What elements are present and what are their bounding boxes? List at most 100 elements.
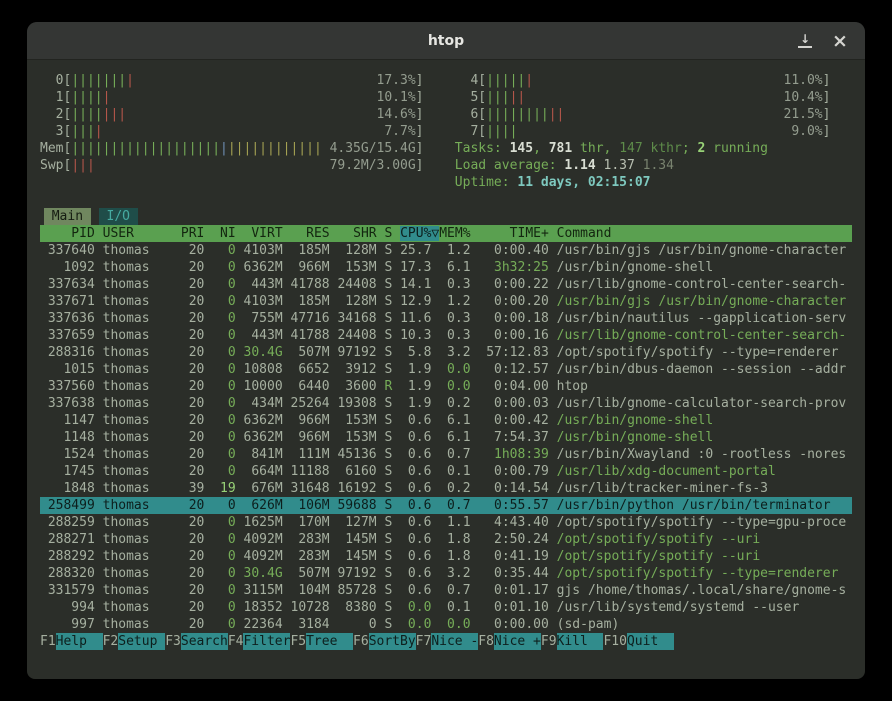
column-header-user[interactable]: USER: [103, 226, 181, 241]
process-row[interactable]: 288259 thomas 20 0 1625M 170M 127M S 0.6…: [40, 514, 852, 531]
meter-segment: |||: [486, 90, 509, 105]
column-header-cpu[interactable]: CPU%▽: [400, 226, 439, 241]
process-row[interactable]: 994 thomas 20 0 18352 10728 8380 S 0.0 0…: [40, 599, 852, 616]
cell-pri: 20: [181, 447, 212, 462]
meter-bar: ||||||||||21.5%: [486, 106, 823, 123]
fn-key-f2: F2: [103, 633, 119, 650]
fn-search[interactable]: F3Search: [165, 633, 228, 650]
process-row[interactable]: 337634 thomas 20 0 443M 41788 24408 S 14…: [40, 276, 852, 293]
cell-time: 0:00.79: [478, 464, 556, 479]
process-row[interactable]: 337671 thomas 20 0 4103M 185M 128M S 12.…: [40, 293, 852, 310]
cpu-meter-3: 3[||||7.7%]: [40, 123, 424, 140]
cell-pri: 20: [181, 243, 212, 258]
column-header-time[interactable]: TIME+: [478, 226, 556, 241]
window-titlebar[interactable]: htop ↓ ×: [27, 22, 865, 60]
cell-res: 41788: [291, 328, 338, 343]
cpu-meter-1-value: 10.1%: [377, 89, 416, 106]
download-icon[interactable]: ↓: [796, 32, 814, 50]
column-header-res[interactable]: RES: [291, 226, 338, 241]
cpu-meter-5: 5[|||||10.4%]: [455, 89, 831, 106]
meter-segment: ||||||||||||: [228, 141, 322, 156]
close-icon[interactable]: ×: [831, 32, 849, 50]
column-header-pid[interactable]: PID: [40, 226, 103, 241]
column-header-virt[interactable]: VIRT: [244, 226, 291, 241]
cell-cpu: 0.6: [400, 515, 439, 530]
fn-nice[interactable]: F7Nice -: [416, 633, 479, 650]
cell-pid: 288320: [40, 566, 103, 581]
tab-main[interactable]: Main: [44, 208, 91, 225]
cell-res: 283M: [291, 532, 338, 547]
fn-filter[interactable]: F4Filter: [228, 633, 291, 650]
process-row[interactable]: 337560 thomas 20 0 10000 6440 3600 R 1.9…: [40, 378, 852, 395]
process-row[interactable]: 337636 thomas 20 0 755M 47716 34168 S 11…: [40, 310, 852, 327]
cell-cpu: 0.6: [400, 583, 439, 598]
process-row[interactable]: 337659 thomas 20 0 443M 41788 24408 S 10…: [40, 327, 852, 344]
cpu-meter-5-value: 10.4%: [784, 89, 823, 106]
cell-res: 283M: [291, 549, 338, 564]
column-header-command[interactable]: Command: [557, 226, 612, 241]
cell-time: 1h08:39: [478, 447, 556, 462]
cell-s: S: [384, 481, 400, 496]
column-header-shr[interactable]: SHR: [337, 226, 384, 241]
fn-key-f8: F8: [478, 633, 494, 650]
process-row[interactable]: 337638 thomas 20 0 434M 25264 19308 S 1.…: [40, 395, 852, 412]
process-row[interactable]: 1092 thomas 20 0 6362M 966M 153M S 17.3 …: [40, 259, 852, 276]
cell-res: 6440: [291, 379, 338, 394]
fn-kill[interactable]: F9Kill: [541, 633, 604, 650]
cell-command: /usr/bin/gnome-shell: [557, 260, 714, 275]
cell-mem: 0.3: [439, 328, 478, 343]
process-row[interactable]: 997 thomas 20 0 22364 3184 0 S 0.0 0.0 0…: [40, 616, 852, 633]
cell-s: S: [384, 243, 400, 258]
fn-nice[interactable]: F8Nice +: [478, 633, 541, 650]
cell-pid: 288316: [40, 345, 103, 360]
cell-mem: 0.0: [439, 617, 478, 632]
column-header-pri[interactable]: PRI: [181, 226, 212, 241]
process-row[interactable]: 288292 thomas 20 0 4092M 283M 145M S 0.6…: [40, 548, 852, 565]
cell-command: htop: [557, 379, 588, 394]
process-row[interactable]: 1524 thomas 20 0 841M 111M 45136 S 0.6 0…: [40, 446, 852, 463]
fn-tree[interactable]: F5Tree: [290, 633, 353, 650]
cell-pid: 337671: [40, 294, 103, 309]
fn-quit[interactable]: F10Quit: [603, 633, 673, 650]
process-row[interactable]: 1015 thomas 20 0 10808 6652 3912 S 1.9 0…: [40, 361, 852, 378]
column-header-s[interactable]: S: [384, 226, 400, 241]
meter-segment: |||||||: [71, 73, 126, 88]
titlebar-buttons: ↓ ×: [796, 22, 849, 60]
meter-row: Uptime: 11 days, 02:15:07: [40, 174, 852, 191]
cell-shr: 24408: [337, 328, 384, 343]
meter-fill: ||||||||||: [486, 107, 564, 122]
cell-mem: 0.2: [439, 396, 478, 411]
fn-sortby[interactable]: F6SortBy: [353, 633, 416, 650]
process-row[interactable]: 1848 thomas 39 19 676M 31648 16192 S 0.6…: [40, 480, 852, 497]
table-header: PID USER PRI NI VIRT RES SHR S CPU%▽MEM%…: [40, 225, 852, 242]
fn-help[interactable]: F1Help: [40, 633, 103, 650]
cell-pri: 20: [181, 328, 212, 343]
process-row[interactable]: 1147 thomas 20 0 6362M 966M 153M S 0.6 6…: [40, 412, 852, 429]
cell-ni: 0: [212, 345, 243, 360]
column-header-mem[interactable]: MEM%: [439, 226, 478, 241]
cell-pri: 20: [181, 600, 212, 615]
process-row[interactable]: 258499 thomas 20 0 626M 106M 59688 S 0.6…: [40, 497, 852, 514]
cell-user: thomas: [103, 583, 181, 598]
process-row[interactable]: 1745 thomas 20 0 664M 11188 6160 S 0.6 0…: [40, 463, 852, 480]
cpu-meter-5-label: 5: [455, 89, 478, 106]
uptime-segment: 11 days, 02:15:07: [517, 174, 650, 191]
fn-setup[interactable]: F2Setup: [103, 633, 166, 650]
cell-user: thomas: [103, 464, 181, 479]
tab-io[interactable]: I/O: [99, 208, 138, 225]
cell-virt: 10000: [244, 379, 291, 394]
column-header-ni[interactable]: NI: [212, 226, 243, 241]
cell-cpu: 0.6: [400, 464, 439, 479]
meter-segment: ||: [510, 90, 526, 105]
meter-close-bracket: ]: [416, 72, 424, 89]
fn-label: Search: [181, 633, 228, 650]
process-row[interactable]: 337640 thomas 20 0 4103M 185M 128M S 25.…: [40, 242, 852, 259]
fn-label: Tree: [306, 633, 353, 650]
process-row[interactable]: 331579 thomas 20 0 3115M 104M 85728 S 0.…: [40, 582, 852, 599]
process-row[interactable]: 1148 thomas 20 0 6362M 966M 153M S 0.6 6…: [40, 429, 852, 446]
cell-user: thomas: [103, 566, 181, 581]
process-row[interactable]: 288316 thomas 20 0 30.4G 507M 97192 S 5.…: [40, 344, 852, 361]
process-row[interactable]: 288271 thomas 20 0 4092M 283M 145M S 0.6…: [40, 531, 852, 548]
process-row[interactable]: 288320 thomas 20 0 30.4G 507M 97192 S 0.…: [40, 565, 852, 582]
cell-s: S: [384, 328, 400, 343]
